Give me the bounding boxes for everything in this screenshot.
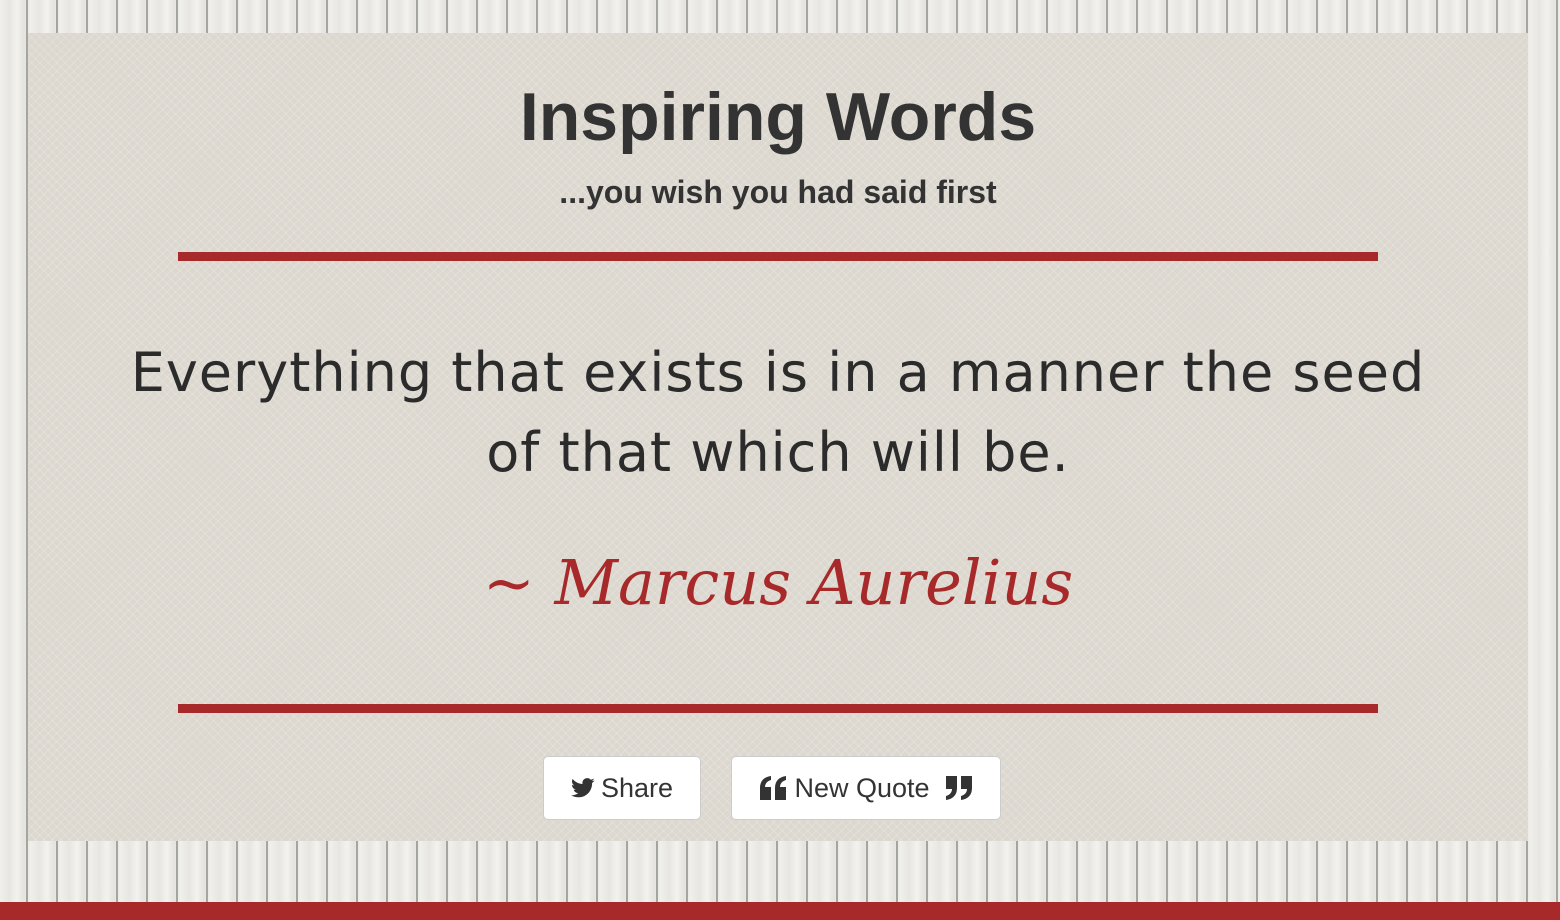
new-quote-button[interactable]: New Quote: [731, 756, 1001, 820]
twitter-icon: [570, 778, 595, 798]
page-subtitle: ...you wish you had said first: [559, 174, 997, 210]
quote-left-icon: [760, 776, 788, 800]
bottom-divider: [178, 704, 1378, 713]
share-button[interactable]: Share: [543, 756, 701, 820]
footer-bar: [0, 902, 1560, 920]
share-label: Share: [600, 772, 674, 803]
quote-author: ~ Marcus Aurelius: [482, 546, 1074, 619]
quote-text: Everything that exists is in a manner th…: [130, 341, 1426, 484]
quote-card: Inspiring Words ...you wish you had said…: [28, 33, 1528, 841]
quote-right-icon: [944, 776, 972, 800]
new-quote-label: New Quote: [794, 772, 930, 803]
page-title: Inspiring Words: [519, 79, 1037, 155]
top-divider: [178, 252, 1378, 261]
